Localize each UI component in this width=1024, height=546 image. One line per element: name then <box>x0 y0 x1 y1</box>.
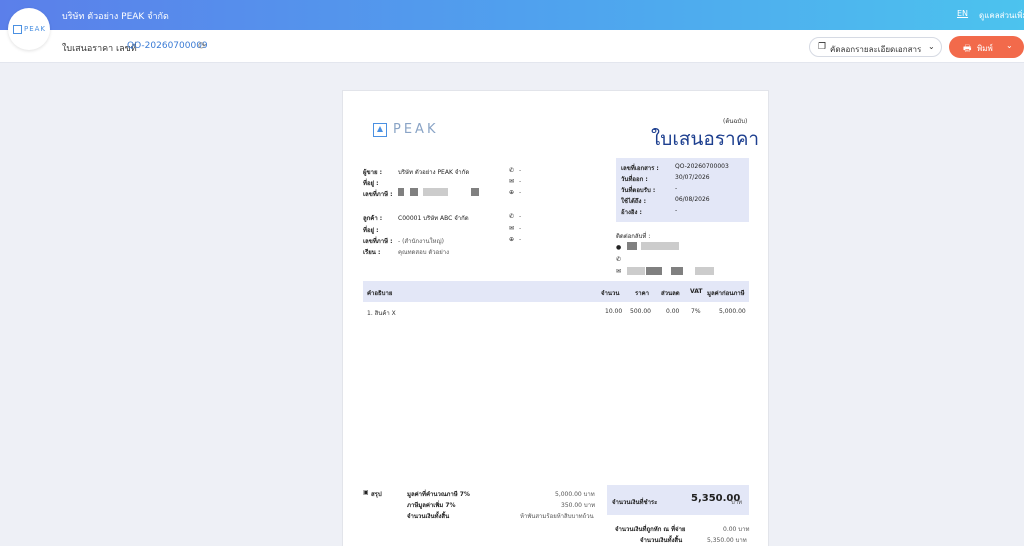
company-name[interactable]: บริษัท ตัวอย่าง PEAK จำกัด <box>62 9 169 23</box>
reference-value: - <box>675 207 678 214</box>
customer-taxid-label: เลขที่ภาษี : <box>363 238 393 245</box>
globe-icon: ⊕ <box>509 236 515 243</box>
summary-label: สรุป <box>371 491 382 498</box>
customer-web: - <box>519 236 522 243</box>
redacted-taxid <box>398 188 404 196</box>
due-date-value: - <box>675 185 678 192</box>
top-bar: บริษัท ตัวอย่าง PEAK จำกัด EN ดูแคลส่วนเ… <box>0 0 1024 30</box>
user-icon: ● <box>616 244 622 251</box>
customer-address-label: ที่อยู่ : <box>363 227 379 234</box>
phone-icon: ✆ <box>509 167 515 174</box>
seller-taxid-label: เลขที่ภาษี : <box>363 191 393 198</box>
document-title: ใบเสนอราคา <box>651 128 760 150</box>
email-icon: ✉ <box>616 268 622 275</box>
copy-document-button[interactable]: ❐ คัดลอกรายละเอียดเอกสาร ⌄ <box>809 37 942 57</box>
app-logo-text: PEAK <box>24 25 47 33</box>
redacted-contact <box>627 242 637 250</box>
customer-phone: - <box>519 213 522 220</box>
peak-logo-icon <box>13 25 22 34</box>
reference-label: อ้างอิง : <box>621 209 642 216</box>
copy-button-label: คัดลอกรายละเอียดเอกสาร <box>830 45 922 54</box>
col-price: ราคา <box>635 290 649 297</box>
seller-label: ผู้ขาย : <box>363 169 382 176</box>
paper-logo-text: PEAK <box>393 122 439 137</box>
seller-web: - <box>519 189 522 196</box>
withholding-value: 0.00 บาท <box>723 526 750 533</box>
user-link[interactable]: ดูแคลส่วนเพิ่มเติม <box>979 9 1024 22</box>
docno-value: QO-20260700003 <box>675 163 729 170</box>
grand-total-label: จำนวนเงินทั้งสิ้น <box>640 537 683 544</box>
chevron-down-icon[interactable]: ⌄ <box>1006 41 1013 50</box>
document-info-box: เลขที่เอกสาร : QO-20260700003 วันที่ออก … <box>616 158 749 222</box>
row-quantity: 10.00 <box>605 308 623 315</box>
items-table-header: คำอธิบาย จำนวน ราคา ส่วนลด VAT มูลค่าก่อ… <box>363 281 749 302</box>
copy-icon: ❐ <box>818 42 827 52</box>
redacted-taxid <box>410 188 418 196</box>
phone-icon: ✆ <box>509 213 515 220</box>
words-label: จำนวนเงินทั้งสิ้น <box>407 513 450 520</box>
redacted-taxid <box>471 188 479 196</box>
chevron-down-icon: ⌄ <box>928 42 935 51</box>
redacted-contact <box>695 267 714 275</box>
document-header: ใบเสนอราคา เลขที่ QO-20260700009 ⟳ ❐ คัด… <box>0 30 1024 63</box>
document-preview: PEAK (ต้นฉบับ) ใบเสนอราคา ผู้ขาย : บริษั… <box>342 90 769 546</box>
attn-label: เรียน : <box>363 249 381 256</box>
vat-value: 350.00 บาท <box>561 502 596 509</box>
app-logo[interactable]: PEAK <box>8 8 50 50</box>
seller-name: บริษัท ตัวอย่าง PEAK จำกัด <box>398 169 470 176</box>
issue-date-label: วันที่ออก : <box>621 176 648 183</box>
valid-date-value: 06/08/2026 <box>675 196 710 203</box>
seller-address-label: ที่อยู่ : <box>363 180 379 187</box>
row-description: 1. สินค้า X <box>367 310 396 317</box>
col-description: คำอธิบาย <box>367 290 393 297</box>
row-price: 500.00 <box>630 308 651 315</box>
printer-icon: 🖶 <box>963 44 972 54</box>
customer-taxid: - (สำนักงานใหญ่) <box>398 238 444 245</box>
redacted-contact <box>627 267 645 275</box>
col-vat: VAT <box>690 288 703 295</box>
doc-number: QO-20260700009 <box>127 41 208 51</box>
row-vat: 7% <box>691 308 701 315</box>
refresh-icon[interactable]: ⟳ <box>198 41 206 52</box>
row-amount: 5,000.00 <box>719 308 746 315</box>
email-icon: ✉ <box>509 225 515 232</box>
print-button-label: พิมพ์ <box>977 44 993 53</box>
col-amount: มูลค่าก่อนภาษี <box>707 290 745 297</box>
seller-phone: - <box>519 167 522 174</box>
pretax-value: 5,000.00 บาท <box>555 491 595 498</box>
phone-icon: ✆ <box>616 256 622 263</box>
print-button[interactable]: 🖶 พิมพ์ ⌄ <box>949 36 1024 58</box>
docno-label: เลขที่เอกสาร : <box>621 165 659 172</box>
valid-date-label: ใช้ได้ถึง : <box>621 198 646 205</box>
globe-icon: ⊕ <box>509 189 515 196</box>
due-date-label: วันที่ตอบรับ : <box>621 187 656 194</box>
withholding-label: จำนวนเงินที่ถูกหัก ณ ที่จ่าย <box>615 526 686 533</box>
redacted-contact <box>671 267 683 275</box>
col-quantity: จำนวน <box>601 290 620 297</box>
vat-label: ภาษีมูลค่าเพิ่ม 7% <box>407 502 456 509</box>
total-box: จำนวนเงินที่ชำระ 5,350.00 บาท <box>607 485 749 515</box>
issue-date-value: 30/07/2026 <box>675 174 710 181</box>
language-toggle[interactable]: EN <box>957 9 968 18</box>
peak-logo-icon <box>373 123 387 137</box>
grand-total-value: 5,350.00 บาท <box>707 537 747 544</box>
customer-email: - <box>519 225 522 232</box>
row-discount: 0.00 <box>666 308 680 315</box>
email-icon: ✉ <box>509 178 515 185</box>
seller-email: - <box>519 178 522 185</box>
words-value: ห้าพันสามร้อยห้าสิบบาทถ้วน <box>520 513 594 520</box>
summary-icon: ▣ <box>363 489 369 496</box>
col-discount: ส่วนลด <box>661 290 680 297</box>
doc-label: ใบเสนอราคา เลขที่ <box>62 44 137 54</box>
pretax-label: มูลค่าที่คำนวณภาษี 7% <box>407 491 470 498</box>
total-unit: บาท <box>731 499 743 506</box>
customer-name: C00001 บริษัท ABC จำกัด <box>398 215 469 222</box>
customer-label: ลูกค้า : <box>363 215 383 222</box>
redacted-taxid <box>423 188 448 196</box>
attn-value: คุณทดสอบ ตัวอย่าง <box>398 249 450 256</box>
total-label: จำนวนเงินที่ชำระ <box>612 499 658 506</box>
contact-label: ติดต่อกลับที่ : <box>616 233 651 240</box>
redacted-contact <box>641 242 679 250</box>
redacted-contact <box>646 267 662 275</box>
